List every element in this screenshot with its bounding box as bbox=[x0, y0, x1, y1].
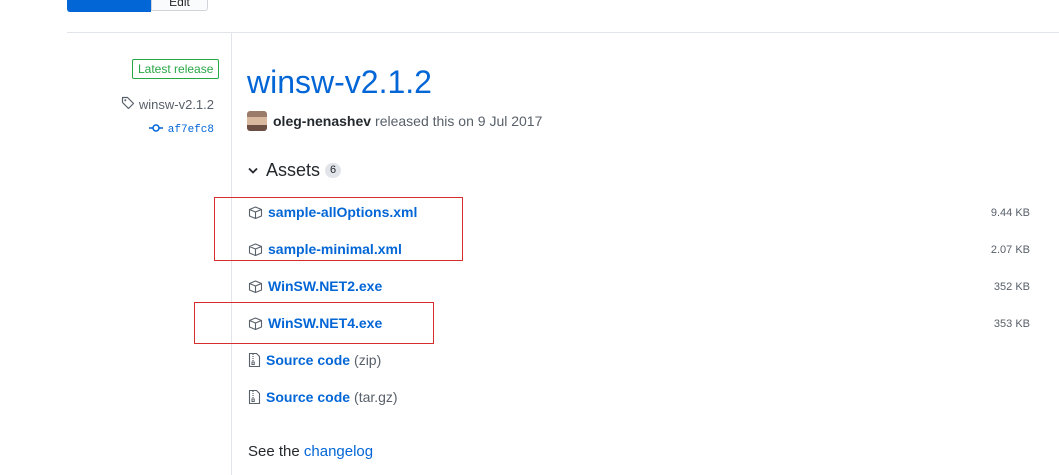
source-code-link[interactable]: Source code (zip) bbox=[248, 352, 381, 368]
release-commit[interactable]: af7efc8 bbox=[148, 123, 214, 137]
changelog-line: See the changelog bbox=[248, 443, 373, 460]
asset-size: 353 KB bbox=[993, 318, 1030, 330]
chevron-down-icon bbox=[248, 162, 258, 180]
asset-name[interactable]: Source code bbox=[266, 389, 350, 405]
asset-name[interactable]: WinSW.NET2.exe bbox=[268, 278, 382, 294]
assets-count-badge: 6 bbox=[325, 163, 342, 178]
commit-icon bbox=[148, 123, 163, 137]
commit-hash[interactable]: af7efc8 bbox=[168, 124, 214, 136]
divider bbox=[67, 32, 1059, 33]
author-link[interactable]: oleg-nenashev bbox=[273, 113, 371, 129]
file-zip-icon bbox=[248, 389, 261, 405]
highlight-box-net4 bbox=[194, 302, 434, 344]
asset-suffix: (zip) bbox=[354, 352, 382, 368]
release-title[interactable]: winsw-v2.1.2 bbox=[247, 62, 432, 102]
asset-size: 9.44 KB bbox=[990, 207, 1030, 219]
assets-title: Assets bbox=[266, 160, 321, 180]
asset-size: 352 KB bbox=[993, 281, 1030, 293]
release-tag[interactable]: winsw-v2.1.2 bbox=[121, 96, 214, 113]
assets-toggle[interactable]: Assets 6 bbox=[248, 160, 342, 181]
avatar[interactable] bbox=[247, 111, 267, 131]
tag-icon bbox=[121, 96, 135, 113]
file-zip-icon bbox=[248, 352, 261, 368]
primary-button[interactable] bbox=[67, 0, 151, 12]
asset-size: 2.07 KB bbox=[990, 244, 1030, 256]
secondary-button[interactable]: Edit bbox=[151, 0, 208, 11]
package-icon bbox=[248, 279, 263, 294]
source-code-link[interactable]: Source code (tar.gz) bbox=[248, 389, 398, 405]
asset-link[interactable]: WinSW.NET2.exe bbox=[248, 278, 382, 294]
tag-label: winsw-v2.1.2 bbox=[138, 97, 214, 112]
latest-release-badge: Latest release bbox=[132, 59, 220, 79]
asset-name[interactable]: Source code bbox=[266, 352, 350, 368]
highlight-box-xml bbox=[214, 197, 463, 261]
asset-suffix: (tar.gz) bbox=[354, 389, 398, 405]
release-meta: oleg-nenashev released this on 9 Jul 201… bbox=[247, 111, 542, 131]
changelog-link[interactable]: changelog bbox=[304, 443, 373, 460]
changelog-prefix: See the bbox=[248, 443, 300, 460]
release-date-text: released this on 9 Jul 2017 bbox=[375, 113, 543, 129]
